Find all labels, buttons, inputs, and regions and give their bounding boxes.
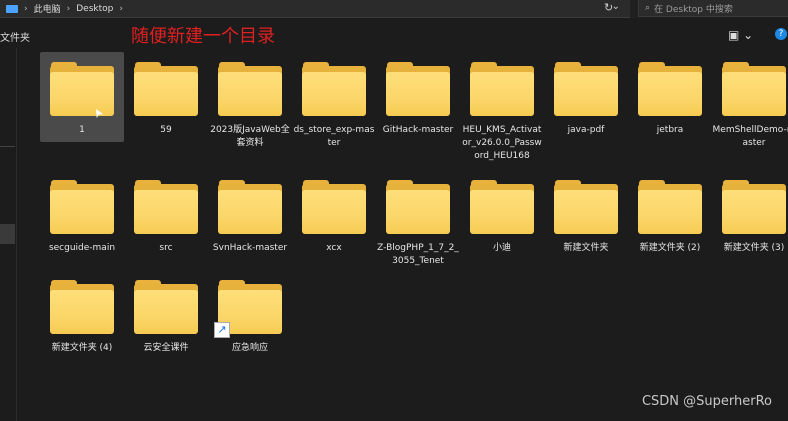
folder-item[interactable]: 1 ➤	[40, 52, 124, 142]
breadcrumb-this-pc[interactable]: 此电脑	[34, 2, 61, 15]
folder-label: 小迪	[492, 243, 511, 253]
search-icon: ⌕	[645, 3, 651, 13]
folder-icon	[638, 180, 702, 234]
folder-icon	[470, 62, 534, 116]
folder-item[interactable]: MemShellDemo-master	[712, 52, 788, 150]
address-bar[interactable]: › 此电脑 › Desktop › ⌄	[0, 0, 630, 18]
folder-item[interactable]: GitHack-master	[376, 52, 460, 137]
annotation-text: 随便新建一个目录	[131, 26, 275, 47]
folder-icon	[302, 180, 366, 234]
folder-label: 新建文件夹 (2)	[639, 243, 701, 253]
folder-label: 云安全课件	[143, 343, 189, 353]
folder-item[interactable]: ds_store_exp-master	[292, 52, 376, 150]
folder-icon: ↗	[214, 280, 282, 338]
folder-item[interactable]: 新建文件夹 (4)	[40, 270, 124, 355]
folder-item[interactable]: 新建文件夹 (3)	[712, 170, 788, 255]
watermark: CSDN @SuperherRo	[641, 394, 772, 409]
folder-label: xcx	[326, 243, 342, 253]
folder-item[interactable]: SvnHack-master	[208, 170, 292, 255]
command-bar: 文件夹 ▣ ⌄ ?	[0, 22, 788, 48]
folder-icon	[722, 62, 786, 116]
chevron-right-icon: ›	[119, 3, 123, 14]
view-button[interactable]: ▣ ⌄	[728, 28, 753, 42]
folder-label: 新建文件夹	[563, 243, 609, 253]
folder-icon	[554, 62, 618, 116]
search-placeholder: 在 Desktop 中搜索	[654, 4, 733, 15]
folder-icon	[134, 280, 198, 334]
folder-label: ds_store_exp-master	[293, 125, 375, 148]
folder-item[interactable]: 云安全课件	[124, 270, 208, 355]
folder-icon	[218, 62, 282, 116]
folder-item[interactable]: secguide-main	[40, 170, 124, 255]
folder-label: src	[159, 243, 173, 253]
folder-icon	[386, 62, 450, 116]
chevron-right-icon: ›	[24, 3, 28, 14]
folder-icon	[134, 180, 198, 234]
folder-label: secguide-main	[48, 243, 116, 253]
folder-icon	[302, 62, 366, 116]
folder-icon	[554, 180, 618, 234]
folder-label: java-pdf	[567, 125, 605, 135]
folder-label: 新建文件夹 (3)	[723, 243, 785, 253]
folder-icon	[50, 280, 114, 334]
folder-item[interactable]: 小迪	[460, 170, 544, 255]
folder-label: jetbra	[656, 125, 684, 135]
folder-label: GitHack-master	[382, 125, 454, 135]
folder-item[interactable]: 新建文件夹	[544, 170, 628, 255]
folder-item[interactable]: jetbra	[628, 52, 712, 137]
search-input[interactable]: ⌕ 在 Desktop 中搜索	[638, 0, 788, 17]
folder-icon	[218, 180, 282, 234]
folder-item[interactable]: java-pdf	[544, 52, 628, 137]
toolbar-left-label[interactable]: 文件夹	[0, 29, 30, 44]
folder-icon	[50, 180, 114, 234]
folder-label: 应急响应	[231, 343, 268, 353]
refresh-icon[interactable]: ↻	[604, 1, 613, 14]
folder-item[interactable]: xcx	[292, 170, 376, 255]
title-bar: › 此电脑 › Desktop › ⌄ ↻ ⌕ 在 Desktop 中搜索	[0, 0, 788, 18]
folder-label: 2023版JavaWeb全套资料	[210, 125, 290, 148]
folder-label: HEU_KMS_Activator_v26.0.0_Password_HEU16…	[462, 125, 542, 161]
folder-icon	[470, 180, 534, 234]
pane-divider[interactable]	[16, 48, 17, 421]
folder-icon	[50, 62, 114, 116]
folder-label: 59	[160, 125, 172, 135]
help-icon[interactable]: ?	[775, 28, 787, 40]
folder-icon	[722, 180, 786, 234]
folder-icon	[6, 4, 18, 13]
folder-icon	[134, 62, 198, 116]
nav-divider	[0, 146, 15, 147]
folder-item[interactable]: 新建文件夹 (2)	[628, 170, 712, 255]
folder-label: MemShellDemo-master	[712, 125, 788, 148]
nav-selected-item[interactable]	[0, 224, 15, 244]
folder-item[interactable]: Z-BlogPHP_1_7_2_3055_Tenet	[376, 170, 460, 268]
chevron-right-icon: ›	[66, 3, 71, 14]
folder-label: 新建文件夹 (4)	[51, 343, 113, 353]
folder-icon	[638, 62, 702, 116]
folder-label: SvnHack-master	[212, 243, 288, 253]
folder-item[interactable]: ↗ 应急响应	[208, 270, 292, 355]
folder-item[interactable]: 2023版JavaWeb全套资料	[208, 52, 292, 150]
folder-item[interactable]: 59	[124, 52, 208, 137]
navigation-pane	[0, 48, 16, 421]
folder-item[interactable]: src	[124, 170, 208, 255]
folder-label: Z-BlogPHP_1_7_2_3055_Tenet	[377, 243, 459, 266]
folder-label: 1	[79, 125, 85, 135]
breadcrumb-desktop[interactable]: Desktop	[76, 4, 113, 14]
folder-icon	[386, 180, 450, 234]
shortcut-arrow-icon: ↗	[214, 322, 230, 338]
folder-item[interactable]: HEU_KMS_Activator_v26.0.0_Password_HEU16…	[460, 52, 544, 163]
